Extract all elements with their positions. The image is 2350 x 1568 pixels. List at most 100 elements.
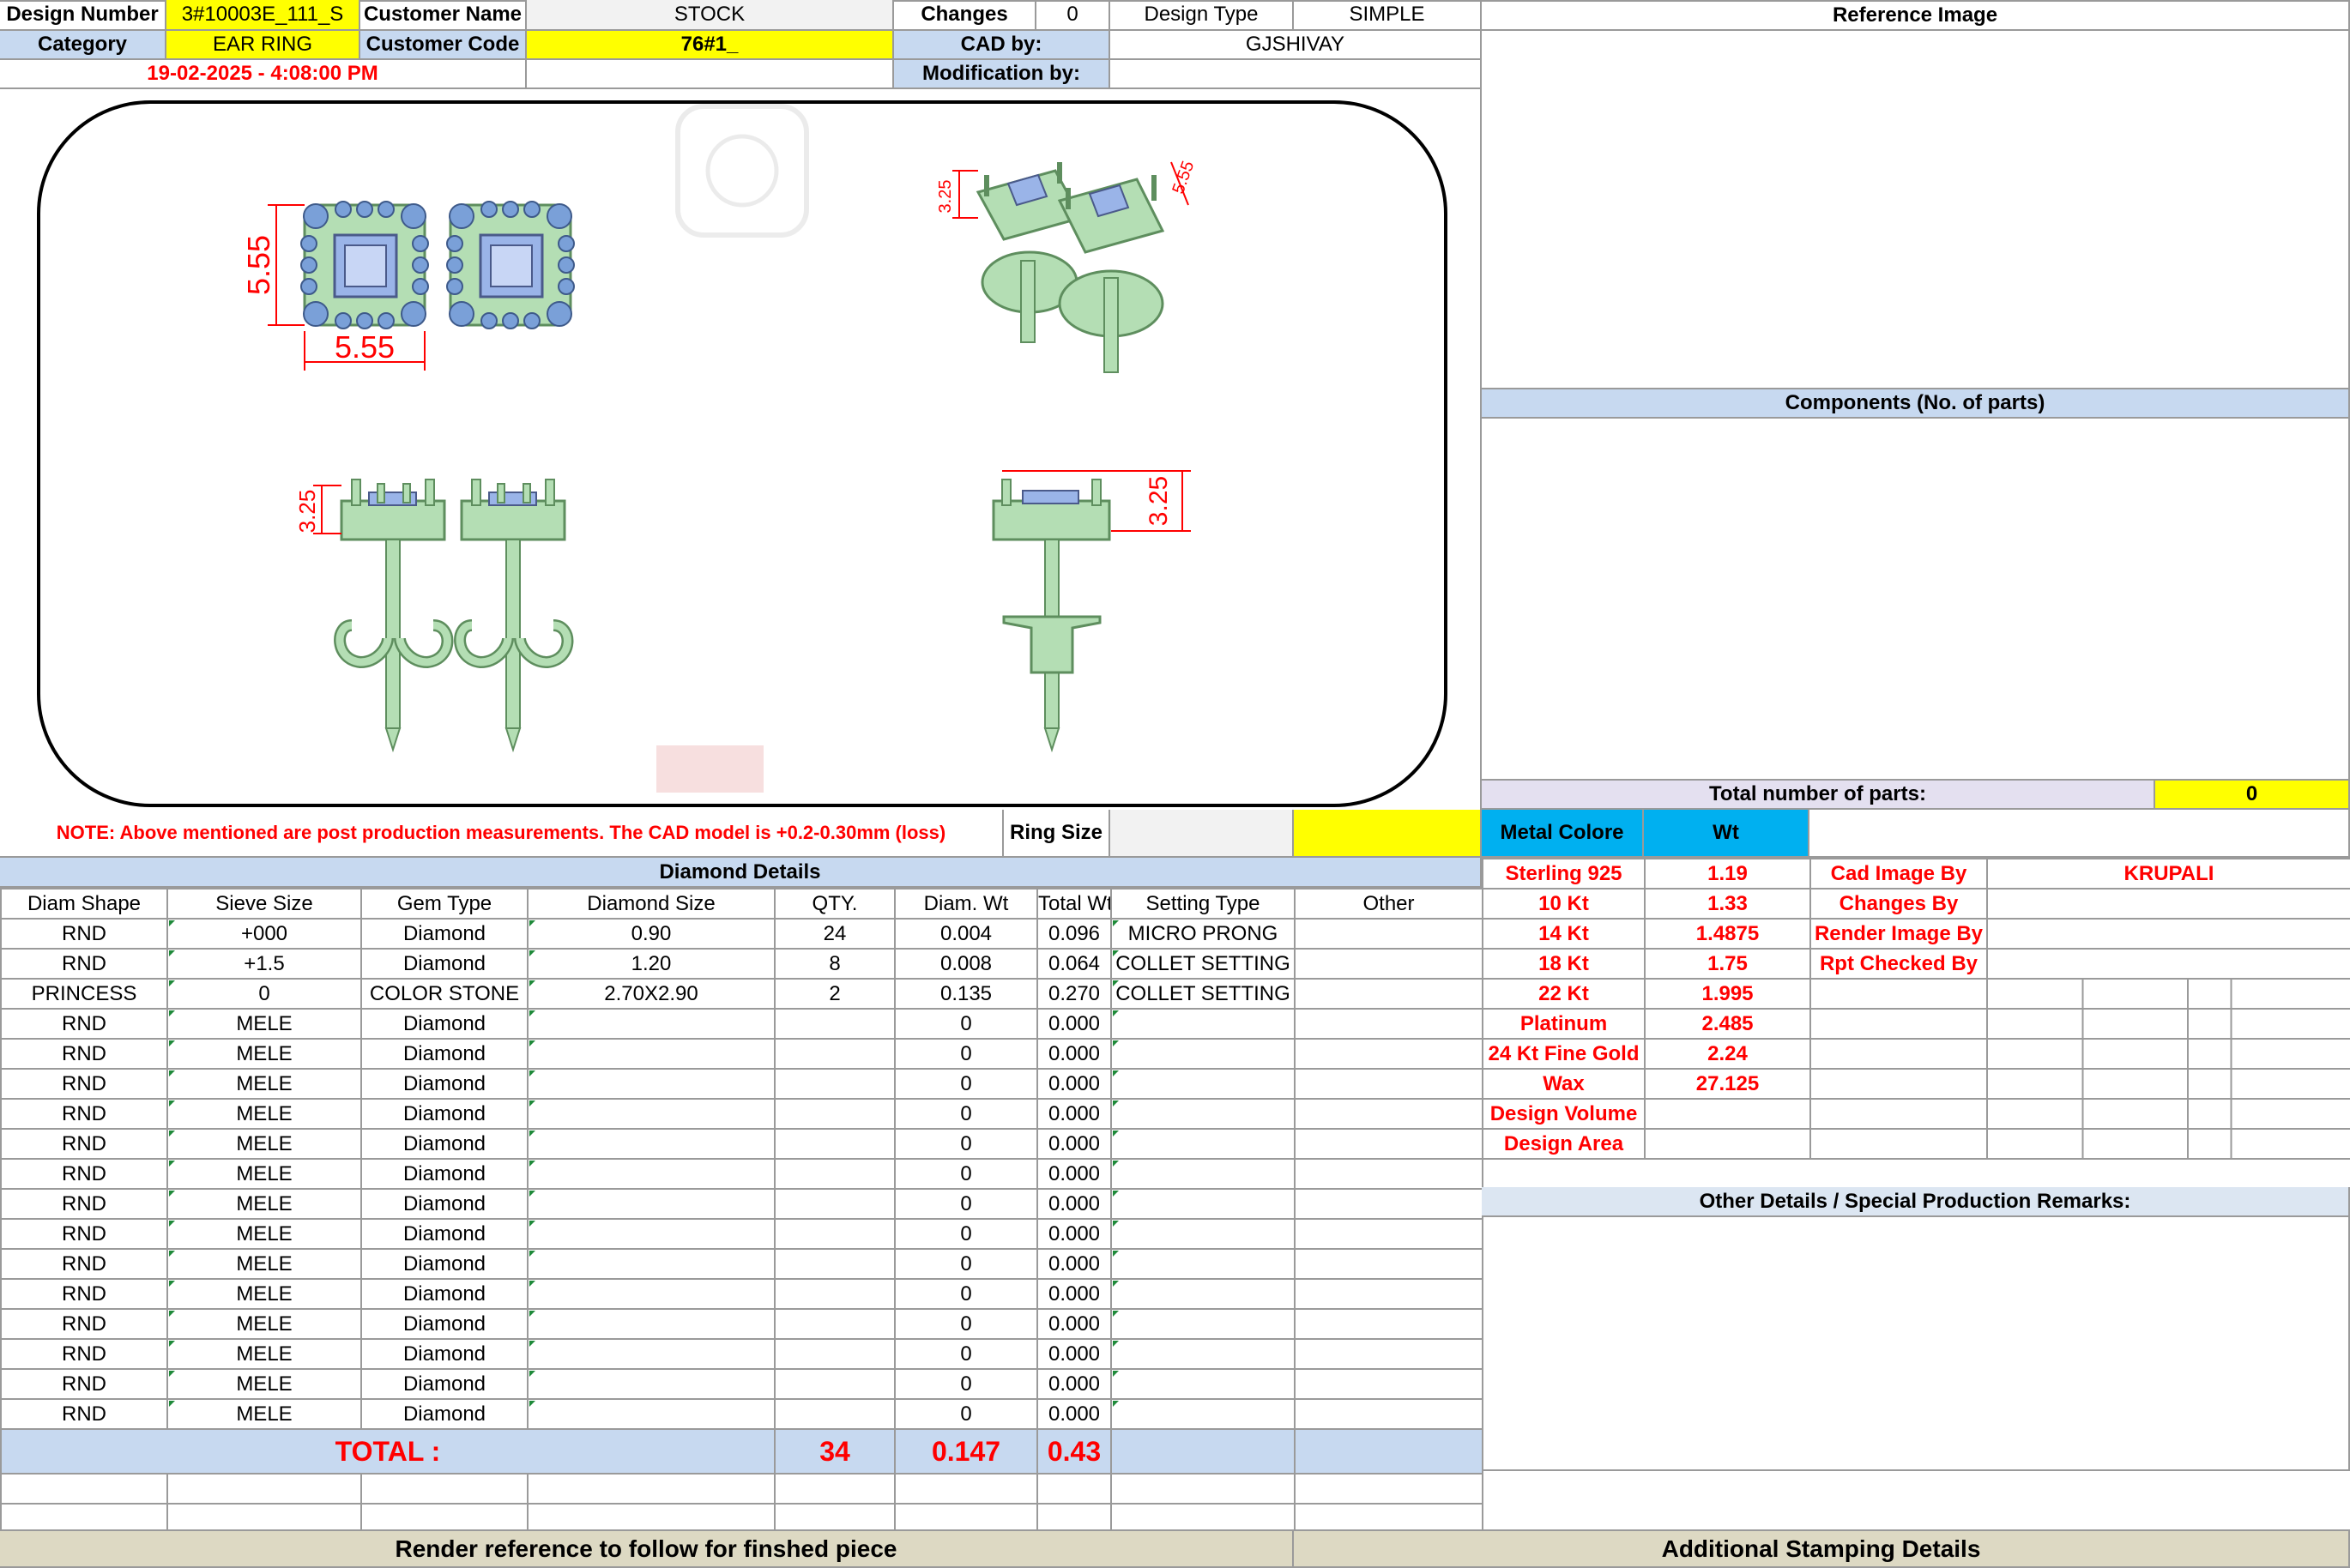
- cell-diam-shape[interactable]: RND: [0, 918, 168, 950]
- cell-setting-type[interactable]: [1110, 1038, 1296, 1070]
- cell-diam-shape[interactable]: RND: [0, 1158, 168, 1190]
- cell-sieve-size[interactable]: MELE: [166, 1218, 362, 1250]
- cell-gem-type[interactable]: Diamond: [360, 918, 529, 950]
- cell-setting-type[interactable]: [1110, 1158, 1296, 1190]
- cell-gem-type[interactable]: Diamond: [360, 1008, 529, 1040]
- cell-qty[interactable]: [774, 1188, 896, 1220]
- cell-setting-type[interactable]: [1110, 1098, 1296, 1130]
- cell-gem-type[interactable]: Diamond: [360, 1248, 529, 1280]
- cell-gem-type[interactable]: Diamond: [360, 1398, 529, 1430]
- cell-gem-type[interactable]: Diamond: [360, 948, 529, 980]
- cell-total-wt[interactable]: 0.000: [1036, 1338, 1112, 1370]
- cell-diam-wt[interactable]: 0: [894, 1188, 1038, 1220]
- cell-qty[interactable]: [774, 1368, 896, 1400]
- cell-diam-shape[interactable]: RND: [0, 1308, 168, 1340]
- cell-diam-shape[interactable]: RND: [0, 1008, 168, 1040]
- cell-total-wt[interactable]: 0.000: [1036, 1008, 1112, 1040]
- cell-diamond-size[interactable]: [527, 1338, 776, 1370]
- cell-total-wt[interactable]: 0.270: [1036, 978, 1112, 1010]
- cell-sieve-size[interactable]: MELE: [166, 1308, 362, 1340]
- cell-other[interactable]: [1294, 1338, 1483, 1370]
- blank-cell[interactable]: [1809, 1068, 1988, 1100]
- cell-qty[interactable]: [774, 1158, 896, 1190]
- cell-diam-shape[interactable]: RND: [0, 1068, 168, 1100]
- cell-other[interactable]: [1294, 1188, 1483, 1220]
- cell-diam-wt[interactable]: 0: [894, 1128, 1038, 1160]
- cell-diam-shape[interactable]: PRINCESS: [0, 978, 168, 1010]
- cell-total-wt[interactable]: 0.000: [1036, 1188, 1112, 1220]
- cell-qty[interactable]: [774, 1008, 896, 1040]
- cell-other[interactable]: [1294, 1158, 1483, 1190]
- cell-sieve-size[interactable]: 0: [166, 978, 362, 1010]
- cell-total-wt[interactable]: 0.000: [1036, 1038, 1112, 1070]
- cell-qty[interactable]: [774, 1248, 896, 1280]
- blank-cell[interactable]: [1809, 978, 1988, 1010]
- cell-sieve-size[interactable]: MELE: [166, 1398, 362, 1430]
- cell-qty[interactable]: [774, 1398, 896, 1430]
- cell-sieve-size[interactable]: +000: [166, 918, 362, 950]
- cell-qty[interactable]: [774, 1038, 896, 1070]
- cell-gem-type[interactable]: Diamond: [360, 1218, 529, 1250]
- cell-gem-type[interactable]: Diamond: [360, 1368, 529, 1400]
- cell-diamond-size[interactable]: [527, 1368, 776, 1400]
- cell-qty[interactable]: 2: [774, 978, 896, 1010]
- cell-setting-type[interactable]: [1110, 1278, 1296, 1310]
- customer-name-value[interactable]: STOCK: [527, 0, 894, 31]
- cell-total-wt[interactable]: 0.000: [1036, 1308, 1112, 1340]
- blank-cell[interactable]: [1809, 1128, 1988, 1160]
- metal-weight[interactable]: [1644, 1128, 1811, 1160]
- cell-diamond-size[interactable]: [527, 1068, 776, 1100]
- cell-gem-type[interactable]: Diamond: [360, 1068, 529, 1100]
- cell-other[interactable]: [1294, 1218, 1483, 1250]
- cell-total-wt[interactable]: 0.000: [1036, 1068, 1112, 1100]
- cell-total-wt[interactable]: 0.064: [1036, 948, 1112, 980]
- cell-diam-shape[interactable]: RND: [0, 1098, 168, 1130]
- cell-diam-wt[interactable]: 0: [894, 1278, 1038, 1310]
- cell-diam-wt[interactable]: 0: [894, 1068, 1038, 1100]
- cell-diam-shape[interactable]: RND: [0, 1188, 168, 1220]
- cell-qty[interactable]: [774, 1338, 896, 1370]
- cell-setting-type[interactable]: [1110, 1188, 1296, 1220]
- cell-qty[interactable]: [774, 1098, 896, 1130]
- cell-diam-wt[interactable]: 0.135: [894, 978, 1038, 1010]
- cell-setting-type[interactable]: COLLET SETTING: [1110, 948, 1296, 980]
- cell-diam-wt[interactable]: 0.008: [894, 948, 1038, 980]
- metal-weight[interactable]: 1.75: [1644, 948, 1811, 980]
- metal-weight[interactable]: 2.485: [1644, 1008, 1811, 1040]
- cell-diamond-size[interactable]: [527, 1188, 776, 1220]
- cell-gem-type[interactable]: COLOR STONE: [360, 978, 529, 1010]
- credit-value[interactable]: [1986, 888, 2350, 920]
- cell-diamond-size[interactable]: [527, 1128, 776, 1160]
- blank-cell[interactable]: [1986, 1008, 2350, 1040]
- cell-total-wt[interactable]: 0.096: [1036, 918, 1112, 950]
- cell-diam-wt[interactable]: 0: [894, 1248, 1038, 1280]
- cell-diamond-size[interactable]: [527, 1398, 776, 1430]
- cell-diam-wt[interactable]: 0: [894, 1218, 1038, 1250]
- blank-cell[interactable]: [1986, 1038, 2350, 1070]
- cell-diamond-size[interactable]: [527, 1278, 776, 1310]
- cell-qty[interactable]: [774, 1278, 896, 1310]
- cell-diam-wt[interactable]: 0: [894, 1308, 1038, 1340]
- cell-setting-type[interactable]: [1110, 1248, 1296, 1280]
- blank-cell[interactable]: [1986, 978, 2350, 1010]
- cell-diam-shape[interactable]: RND: [0, 1278, 168, 1310]
- cell-gem-type[interactable]: Diamond: [360, 1188, 529, 1220]
- cell-other[interactable]: [1294, 1398, 1483, 1430]
- cell-sieve-size[interactable]: +1.5: [166, 948, 362, 980]
- cell-sieve-size[interactable]: MELE: [166, 1278, 362, 1310]
- cad-by-value[interactable]: GJSHIVAY: [1110, 31, 1482, 60]
- cell-total-wt[interactable]: 0.000: [1036, 1218, 1112, 1250]
- blank-cell[interactable]: [1809, 1038, 1988, 1070]
- cell-sieve-size[interactable]: MELE: [166, 1188, 362, 1220]
- metal-weight[interactable]: 1.19: [1644, 858, 1811, 890]
- design-number-value[interactable]: 3#10003E_111_S: [166, 0, 360, 31]
- cell-other[interactable]: [1294, 978, 1483, 1010]
- cell-setting-type[interactable]: COLLET SETTING: [1110, 978, 1296, 1010]
- credit-value[interactable]: [1986, 948, 2350, 980]
- cell-gem-type[interactable]: Diamond: [360, 1098, 529, 1130]
- cell-diam-shape[interactable]: RND: [0, 1038, 168, 1070]
- cell-other[interactable]: [1294, 1248, 1483, 1280]
- cell-sieve-size[interactable]: MELE: [166, 1368, 362, 1400]
- cell-diamond-size[interactable]: [527, 1308, 776, 1340]
- cell-other[interactable]: [1294, 1098, 1483, 1130]
